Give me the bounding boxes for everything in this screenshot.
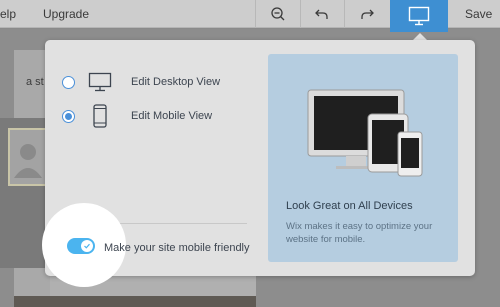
option-desktop-view[interactable]: Edit Desktop View: [62, 67, 220, 97]
mobile-radio[interactable]: [62, 109, 75, 123]
avatar-placeholder: [8, 128, 48, 186]
page-text-fragment: a st: [26, 76, 44, 88]
editor-topbar: elp Upgrade Save: [0, 0, 500, 32]
desktop-radio[interactable]: [62, 75, 75, 89]
mobile-friendly-toggle[interactable]: [67, 238, 95, 254]
desktop-monitor-icon: [408, 6, 430, 26]
devices-illustration: [307, 89, 423, 177]
undo-icon: [315, 9, 328, 19]
check-icon: [84, 243, 90, 249]
zoom-out-icon: [271, 7, 285, 21]
promo-card: Look Great on All Devices Wix makes it e…: [268, 54, 458, 262]
help-menu[interactable]: elp: [0, 7, 16, 21]
zoom-out-button[interactable]: [256, 0, 300, 28]
toggle-knob: [81, 240, 93, 252]
mobile-view-label: Edit Mobile View: [131, 110, 213, 122]
undo-button[interactable]: [300, 0, 344, 28]
redo-icon: [361, 9, 374, 19]
redo-button[interactable]: [345, 0, 389, 28]
device-switch-button[interactable]: [390, 0, 448, 32]
promo-title: Look Great on All Devices: [286, 200, 413, 212]
upgrade-menu[interactable]: Upgrade: [43, 7, 89, 21]
mobile-icon: [87, 103, 113, 129]
save-button[interactable]: Save: [465, 7, 492, 21]
desktop-icon: [87, 69, 113, 95]
promo-description: Wix makes it easy to optimize your websi…: [286, 221, 433, 245]
desktop-view-label: Edit Desktop View: [131, 76, 221, 88]
page-bottom-image: [14, 296, 256, 307]
mobile-friendly-label: Make your site mobile friendly: [104, 242, 250, 254]
option-mobile-view[interactable]: Edit Mobile View: [62, 101, 212, 131]
